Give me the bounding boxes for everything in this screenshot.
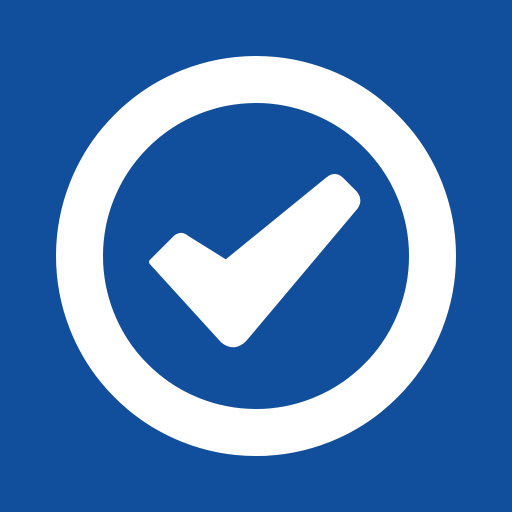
checkmark-shape xyxy=(149,174,361,348)
check-circle-icon xyxy=(56,56,456,456)
app-icon-tile xyxy=(0,0,512,512)
